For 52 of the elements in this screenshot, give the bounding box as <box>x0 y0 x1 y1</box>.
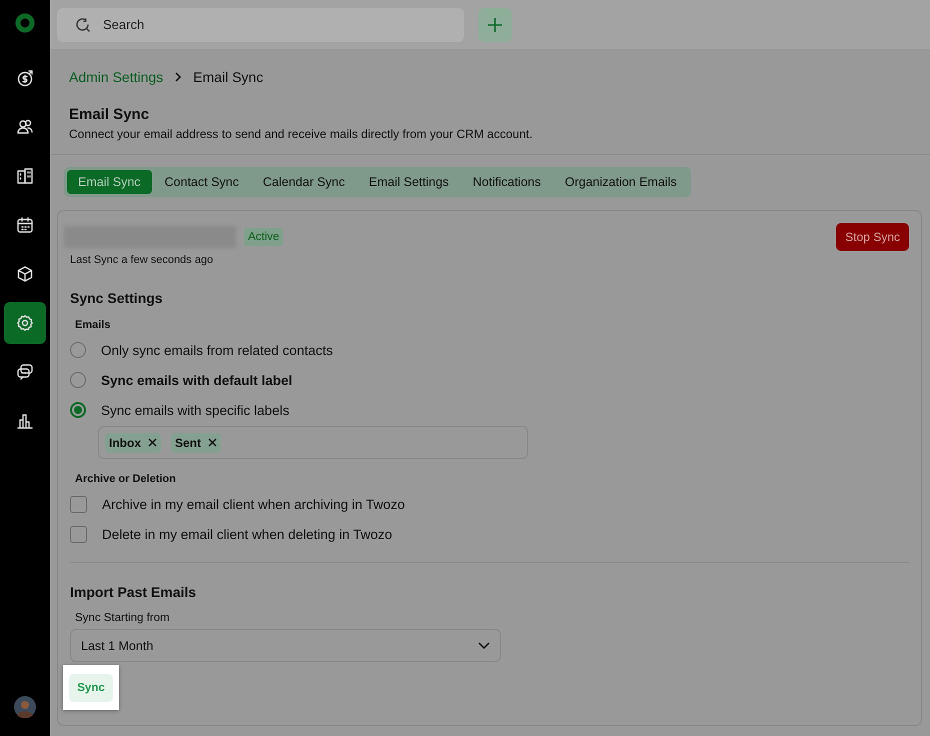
settings-icon <box>16 314 34 332</box>
close-icon[interactable] <box>148 438 157 447</box>
dropdown[interactable]: Last 1 Month <box>70 629 501 662</box>
group-label: Archive or Deletion <box>75 473 177 485</box>
search-icon <box>75 16 91 32</box>
section-heading: Import Past Emails <box>70 584 198 600</box>
radio-button[interactable] <box>70 402 86 418</box>
group-label: Emails <box>75 319 112 331</box>
sidebar-item[interactable] <box>4 302 46 344</box>
tab[interactable]: Email Sync <box>67 170 152 194</box>
field-label: Sync Starting from <box>75 612 171 624</box>
add-button[interactable] <box>478 8 512 42</box>
checkbox[interactable] <box>70 526 87 542</box>
close-icon[interactable] <box>208 438 218 447</box>
checkbox[interactable] <box>70 496 87 512</box>
dollar-icon <box>16 69 34 87</box>
option-label: Delete in my email client when deleting in Twozo <box>102 526 392 542</box>
sync-button[interactable]: Sync <box>69 674 113 702</box>
search-field[interactable]: Search <box>57 8 464 42</box>
cube-icon <box>16 265 34 283</box>
tab[interactable]: Contact Sync <box>154 170 250 194</box>
building-icon <box>16 167 34 185</box>
tab[interactable]: Calendar Sync <box>252 170 356 194</box>
stop-sync-button[interactable]: Stop Sync <box>836 223 909 251</box>
page-title: Email Sync <box>69 106 150 123</box>
avatar[interactable] <box>14 696 36 718</box>
radio-button[interactable] <box>70 372 86 388</box>
tab[interactable]: Organization Emails <box>554 170 688 194</box>
chevron-right-icon <box>173 72 184 82</box>
dropdown-value: Last 1 Month <box>81 638 154 652</box>
option-label: Sync emails with specific labels <box>101 402 290 418</box>
last-sync-text: Last Sync a few seconds ago <box>70 254 214 266</box>
plus-icon <box>487 16 503 32</box>
tab[interactable]: Notifications <box>462 170 552 194</box>
logo-icon[interactable] <box>15 13 35 33</box>
option-label: Sync emails with default label <box>101 372 292 388</box>
label-field[interactable]: Inbox Sent <box>98 426 528 459</box>
page-description: Connect your email address to send and receive mails directly from your CRM account. <box>69 127 534 141</box>
section-heading: Sync Settings <box>70 290 164 306</box>
status-badge: Active <box>244 228 284 246</box>
tab[interactable]: Email Settings <box>358 170 460 194</box>
chevron-down-icon <box>478 642 490 650</box>
option-label: Archive in my email client when archiving in Twozo <box>102 496 405 512</box>
breadcrumb-current: Email Sync <box>193 69 264 85</box>
radio-button[interactable] <box>70 342 86 358</box>
people-icon <box>16 118 34 136</box>
bar-chart-icon <box>16 412 34 430</box>
tag-label: Inbox <box>109 436 141 450</box>
option-label: Only sync emails from related contacts <box>101 342 333 358</box>
chat-icon <box>16 363 34 381</box>
calendar-icon <box>16 216 34 234</box>
tag-label: Sent <box>175 436 202 450</box>
